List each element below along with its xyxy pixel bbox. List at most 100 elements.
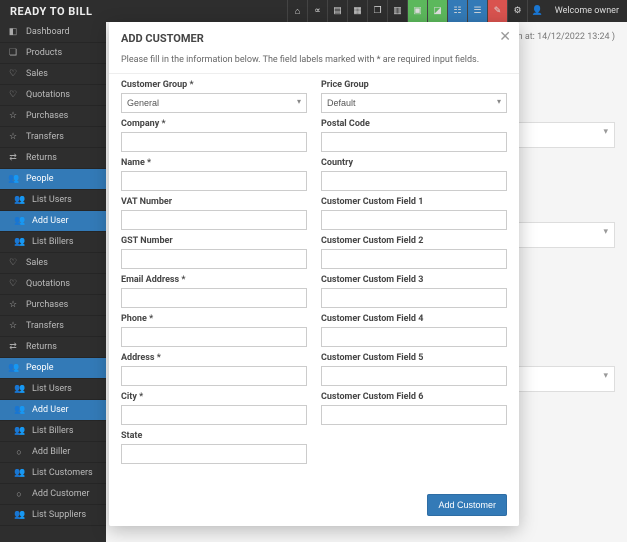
sidebar-icon: ○ [14,447,24,458]
sidebar-item-sales[interactable]: ♡Sales [0,253,106,274]
modal-instruction: Please fill in the information below. Th… [109,51,519,74]
city-input[interactable] [121,405,307,425]
tb-icon-blue-2[interactable]: ☰ [467,0,487,22]
sidebar-label: Sales [26,69,48,79]
ccf3-label: Customer Custom Field 3 [321,275,507,285]
sidebar-label: List Suppliers [32,510,86,520]
country-input[interactable] [321,171,507,191]
close-icon[interactable]: ✕ [499,30,511,44]
vat-input[interactable] [121,210,307,230]
sidebar-item-products[interactable]: ❏Products [0,43,106,64]
city-label: City * [121,392,307,402]
tb-icon-red[interactable]: ✎ [487,0,507,22]
sidebar-icon: ☆ [8,111,18,121]
sidebar-icon: 👥 [14,384,24,394]
brand-title: READY TO BILL [0,5,92,18]
tb-icon-5[interactable]: ❐ [367,0,387,22]
sidebar-icon: 👥 [14,405,24,415]
name-input[interactable] [121,171,307,191]
ccf6-input[interactable] [321,405,507,425]
sidebar-item-returns[interactable]: ⇄Returns [0,337,106,358]
sidebar-icon: ◧ [8,27,18,37]
chevron-down-icon: ▾ [603,371,608,381]
sidebar-item-add-customer[interactable]: ○Add Customer [0,484,106,505]
gst-input[interactable] [121,249,307,269]
phone-label: Phone * [121,314,307,324]
sidebar-item-quotations[interactable]: ♡Quotations [0,274,106,295]
sidebar-item-add-user[interactable]: 👥 Add User [0,211,106,232]
sidebar-label: Returns [26,153,57,163]
sidebar-item-list-suppliers[interactable]: 👥List Suppliers [0,505,106,526]
user-icon[interactable]: 👤 [527,0,547,22]
sidebar-item-dashboard[interactable]: ◧Dashboard [0,22,106,43]
sidebar-item-people[interactable]: 👥People [0,169,106,190]
settings-icon[interactable]: ⚙ [507,0,527,22]
sidebar-item-list-billers[interactable]: 👥List Billers [0,232,106,253]
sidebar-label: Quotations [26,279,70,289]
sidebar-icon: 👥 [8,174,18,184]
sidebar-item-quotations[interactable]: ♡Quotations [0,85,106,106]
sidebar-label: Quotations [26,90,70,100]
customer-group-select[interactable]: General [121,93,307,113]
ccf5-label: Customer Custom Field 5 [321,353,507,363]
sidebar-item-people[interactable]: 👥People [0,358,106,379]
email-label: Email Address * [121,275,307,285]
add-customer-button[interactable]: Add Customer [427,494,507,516]
sidebar-icon: 👥 [14,237,24,247]
sidebar-item-sales[interactable]: ♡ Sales [0,64,106,85]
sidebar-icon: 👥 [14,195,24,205]
sidebar-item-transfers[interactable]: ☆Transfers [0,127,106,148]
tb-icon-2[interactable]: ∝ [307,0,327,22]
address-input[interactable] [121,366,307,386]
sidebar-icon: ☆ [8,300,18,310]
phone-input[interactable] [121,327,307,347]
tb-icon-4[interactable]: ▦ [347,0,367,22]
ccf3-input[interactable] [321,288,507,308]
sidebar-item-add-biller[interactable]: ○ Add Biller [0,442,106,463]
sidebar-item-returns[interactable]: ⇄ Returns [0,148,106,169]
chevron-down-icon: ▾ [603,127,608,137]
tb-icon-3[interactable]: ▤ [327,0,347,22]
sidebar-item-add-user[interactable]: 👥Add User [0,400,106,421]
company-label: Company * [121,119,307,129]
sidebar-item-list-users[interactable]: 👥List Users [0,379,106,400]
sidebar-icon: 👥 [14,216,24,226]
sidebar-label: Transfers [26,132,64,142]
address-label: Address * [121,353,307,363]
tb-icon-6[interactable]: ▥ [387,0,407,22]
sidebar-label: Add User [32,216,69,226]
sidebar-item-list-users[interactable]: 👥 List Users [0,190,106,211]
sidebar-label: List Billers [32,426,74,436]
tb-icon-green-2[interactable]: ◪ [427,0,447,22]
sidebar-item-purchases[interactable]: ☆ Purchases [0,106,106,127]
ccf4-input[interactable] [321,327,507,347]
gst-label: GST Number [121,236,307,246]
sidebar-label: Add Biller [32,447,70,457]
sidebar-icon: ⇄ [8,342,18,352]
ccf5-input[interactable] [321,366,507,386]
state-label: State [121,431,307,441]
company-input[interactable] [121,132,307,152]
sidebar-item-transfers[interactable]: ☆Transfers [0,316,106,337]
sidebar-label: List Users [32,195,72,205]
add-customer-modal: ADD CUSTOMER ✕ Please fill in the inform… [109,22,519,526]
postal-input[interactable] [321,132,507,152]
sidebar-item-purchases[interactable]: ☆Purchases [0,295,106,316]
sidebar-label: Purchases [26,111,68,121]
ccf2-input[interactable] [321,249,507,269]
ccf1-input[interactable] [321,210,507,230]
sidebar-item-list-billers[interactable]: 👥List Billers [0,421,106,442]
tb-icon-green[interactable]: ▣ [407,0,427,22]
sidebar-item-list-customers[interactable]: 👥List Customers [0,463,106,484]
name-label: Name * [121,158,307,168]
email-input[interactable] [121,288,307,308]
sidebar-icon: ⇄ [8,153,18,163]
tb-icon-blue[interactable]: ☷ [447,0,467,22]
right-column: Price Group Default Postal Code Country … [321,80,507,482]
price-group-select[interactable]: Default [321,93,507,113]
state-input[interactable] [121,444,307,464]
sidebar-label: Sales [26,258,48,268]
home-icon[interactable]: ⌂ [287,0,307,22]
sidebar-icon: ☆ [8,321,18,331]
sidebar-icon: ♡ [8,69,18,79]
